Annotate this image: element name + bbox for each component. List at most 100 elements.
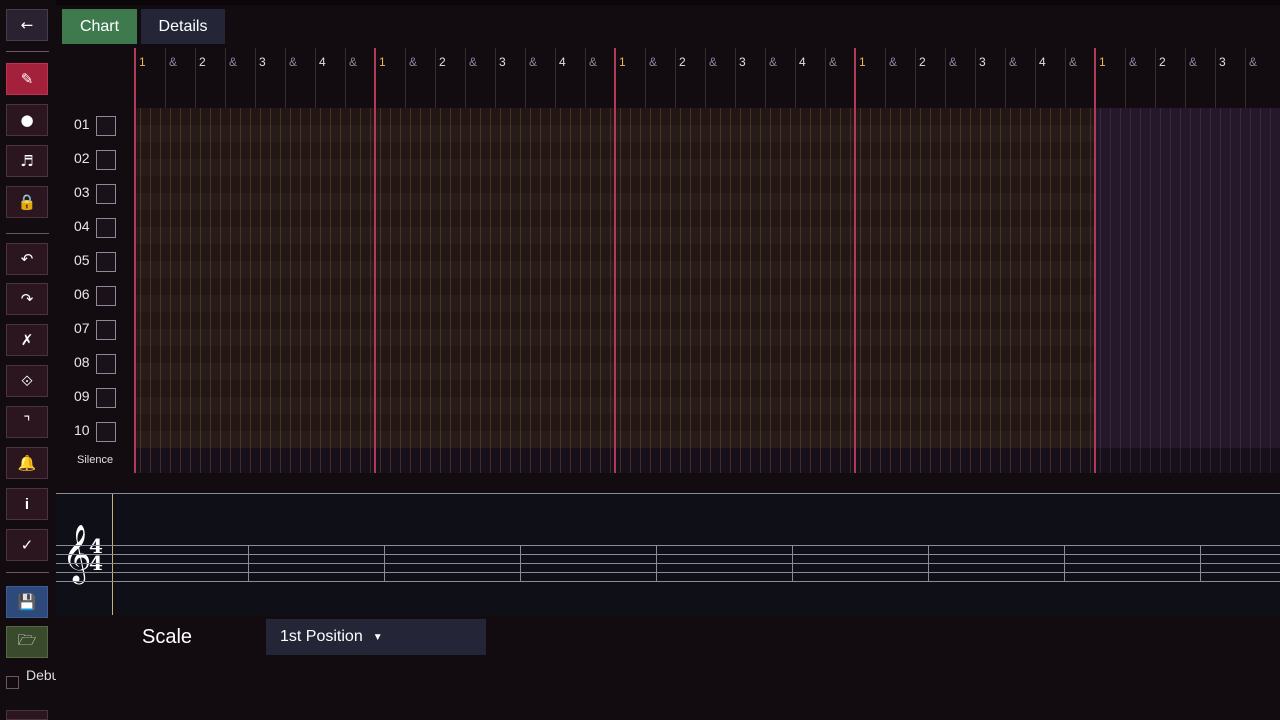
debug-record-checkbox[interactable] [6, 676, 19, 689]
grid-subdivision-line [530, 108, 531, 473]
beat-divider [225, 48, 226, 108]
beat-number-label: 1 [379, 55, 386, 69]
beat-number-label: 3 [739, 55, 746, 69]
grid-subdivision-line [610, 108, 611, 473]
string-row-label: 08 [74, 354, 90, 370]
string-row-label: 09 [74, 388, 90, 404]
beat-and-label: & [229, 55, 238, 69]
grid-subdivision-line [1200, 108, 1201, 473]
beat-and-label: & [1069, 55, 1078, 69]
tab-details[interactable]: Details [141, 9, 225, 44]
undo-icon: ↶ [20, 250, 34, 268]
string-row-checkbox[interactable] [96, 354, 116, 374]
grid-subdivision-line [1110, 108, 1111, 473]
grid-subdivision-line [910, 108, 911, 473]
measure-line [614, 48, 616, 473]
string-row-checkbox[interactable] [96, 320, 116, 340]
grid-subdivision-line [1040, 108, 1041, 473]
info-button[interactable]: i [6, 488, 48, 520]
beat-number-label: 3 [499, 55, 506, 69]
staff-line [56, 563, 1280, 564]
string-row-checkbox[interactable] [96, 422, 116, 442]
metronome-button[interactable]: 🔔 [6, 447, 48, 479]
beat-divider [885, 48, 886, 108]
string-row-checkbox[interactable] [96, 150, 116, 170]
record-button[interactable]: ● [6, 104, 48, 136]
grid-subdivision-line [850, 108, 851, 473]
string-row-checkbox[interactable] [96, 286, 116, 306]
grid-subdivision-line [970, 108, 971, 473]
music-staff[interactable]: 𝄞 4 4 [56, 493, 1280, 615]
grid-subdivision-line [410, 108, 411, 473]
save-button[interactable]: 💾 [6, 586, 48, 618]
sidebar: ← ✎ ● ♬ 🔒 ↶ ↷ ✗ ⟐ ⌝ 🔔 i ✓ 💾 🗁 [0, 0, 56, 720]
string-row-checkbox[interactable] [96, 116, 116, 136]
grid-subdivision-line [950, 108, 951, 473]
back-button[interactable]: ← [6, 9, 48, 41]
open-button[interactable]: 🗁 [6, 626, 48, 658]
staff-barline [792, 545, 793, 581]
grid-subdivision-line [1010, 108, 1011, 473]
sidebar-divider [6, 233, 49, 234]
grid-subdivision-line [790, 108, 791, 473]
grid-subdivision-line [660, 108, 661, 473]
measure-line [1094, 48, 1096, 473]
lock-icon: 🔒 [17, 193, 37, 211]
string-row-checkbox[interactable] [96, 184, 116, 204]
grid-subdivision-line [360, 108, 361, 473]
note-button[interactable]: ♬ [6, 145, 48, 177]
grid-subdivision-line [700, 108, 701, 473]
beat-number-label: 3 [979, 55, 986, 69]
beat-and-label: & [829, 55, 838, 69]
chevron-down-icon: ▼ [372, 631, 383, 643]
redo-button[interactable]: ↷ [6, 283, 48, 315]
beat-and-label: & [949, 55, 958, 69]
staff-line [56, 545, 1280, 546]
beat-and-label: & [289, 55, 298, 69]
scale-label: Scale [142, 626, 193, 648]
tab-chart[interactable]: Chart [62, 9, 137, 44]
diamond-icon: ⟐ [21, 372, 33, 390]
grid-subdivision-line [430, 108, 431, 473]
beat-and-label: & [1009, 55, 1018, 69]
check-button[interactable]: ✓ [6, 529, 48, 561]
pencil-button[interactable]: ✎ [6, 63, 48, 95]
beat-header: 1 & 2 & 3 & 4 & 1 & 2 & 3 & 4 & 1 & 2 & 3 & 4 & 1 & 2 & 3 & 4 & 1 & 2 & 3 & [56, 48, 1280, 108]
grid-subdivision-line [1000, 108, 1001, 473]
grid-subdivision-line [200, 108, 201, 473]
beat-number-label: 1 [139, 55, 146, 69]
delete-button[interactable]: ✗ [6, 324, 48, 356]
grid-subdivision-line [1240, 108, 1241, 473]
grid-subdivision-line [860, 108, 861, 473]
grid-subdivision-line [630, 108, 631, 473]
grid-subdivision-line [1190, 108, 1191, 473]
corner-button[interactable]: ⌝ [6, 406, 48, 438]
grid-subdivision-line [310, 108, 311, 473]
beat-divider [285, 48, 286, 108]
tab-grid[interactable] [134, 108, 1280, 473]
lock-button[interactable]: 🔒 [6, 186, 48, 218]
string-row-label: 07 [74, 320, 90, 336]
arrow-left-icon: ← [20, 16, 34, 34]
select-button[interactable]: ⟐ [6, 365, 48, 397]
corner-icon: ⌝ [23, 413, 31, 431]
grid-subdivision-line [1020, 108, 1021, 473]
string-row-checkbox[interactable] [96, 388, 116, 408]
string-row-checkbox[interactable] [96, 218, 116, 238]
silence-row[interactable] [134, 448, 1280, 473]
string-row-label: 10 [74, 422, 90, 438]
grid-subdivision-line [1250, 108, 1251, 473]
grid-subdivision-line [480, 108, 481, 473]
grid-subdivision-line [340, 108, 341, 473]
grid-subdivision-line [870, 108, 871, 473]
beat-number-label: 2 [439, 55, 446, 69]
grid-subdivision-line [470, 108, 471, 473]
string-row-checkbox[interactable] [96, 252, 116, 272]
beat-divider [825, 48, 826, 108]
undo-button[interactable]: ↶ [6, 243, 48, 275]
grid-subdivision-line [810, 108, 811, 473]
staff-barline [384, 545, 385, 581]
scale-select[interactable]: 1st Position ▼ [266, 619, 486, 655]
extra-button[interactable] [6, 710, 48, 720]
silence-label: Silence [77, 454, 114, 466]
